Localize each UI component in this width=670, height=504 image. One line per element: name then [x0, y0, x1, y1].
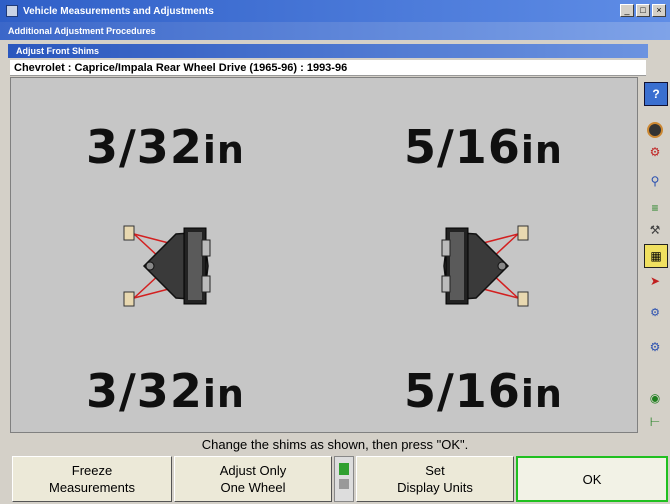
- help-icon[interactable]: ?: [644, 82, 668, 106]
- right-bottom-measurement: 5/16in: [404, 364, 563, 418]
- set-display-units-button[interactable]: Set Display Units: [356, 456, 514, 502]
- freeze-label-2: Measurements: [49, 480, 135, 495]
- shim-display-panel: 3/32in 5/16in 3/32in 5/16in: [10, 77, 638, 433]
- left-top-measurement: 3/32in: [86, 120, 245, 174]
- ok-button[interactable]: OK: [516, 456, 668, 502]
- left-bottom-measurement: 3/32in: [86, 364, 245, 418]
- vehicle-spec: Chevrolet : Caprice/Impala Rear Wheel Dr…: [10, 60, 646, 76]
- subtitle-bar: Additional Adjustment Procedures: [0, 22, 670, 40]
- left-control-arm-diagram: [123, 225, 211, 307]
- panel-title: Adjust Front Shims: [16, 46, 99, 56]
- adjust-label-1: Adjust Only: [219, 463, 287, 478]
- arrow-icon[interactable]: ➤: [644, 274, 666, 288]
- panel-title-bar: Adjust Front Shims: [8, 44, 648, 58]
- steering-icon[interactable]: ⚙: [644, 144, 666, 160]
- axle-icon[interactable]: ≡: [644, 200, 666, 216]
- freeze-label-1: Freeze: [71, 463, 113, 478]
- left-bottom-value: 3/32: [86, 364, 203, 418]
- right-control-arm-diagram: [441, 225, 529, 307]
- wheel-icon[interactable]: ◉: [644, 390, 666, 406]
- side-toolbar: ? ⚙ ⚲ ≡ ⚒ ▦ ➤ ⚙ ⚙ ◉ ⊢: [642, 78, 668, 434]
- app-icon: [6, 5, 18, 17]
- stack-indicator-icon: [334, 456, 354, 502]
- window-title: Vehicle Measurements and Adjustments: [23, 5, 214, 17]
- adjust-one-wheel-button[interactable]: Adjust Only One Wheel: [174, 456, 332, 502]
- target-icon[interactable]: [644, 122, 666, 138]
- right-bottom-unit: in: [520, 372, 563, 416]
- settings-icon[interactable]: ⚙: [644, 338, 666, 356]
- tools-icon[interactable]: ⚙: [644, 292, 666, 332]
- adjust-label-2: One Wheel: [220, 480, 286, 495]
- right-top-measurement: 5/16in: [404, 120, 563, 174]
- maximize-button[interactable]: □: [636, 4, 650, 17]
- right-top-value: 5/16: [404, 120, 521, 174]
- right-top-unit: in: [520, 128, 563, 172]
- shim-icon[interactable]: ▦: [644, 244, 668, 268]
- units-label-1: Set: [425, 463, 445, 478]
- right-bottom-value: 5/16: [404, 364, 521, 418]
- left-top-value: 3/32: [86, 120, 203, 174]
- left-bottom-unit: in: [202, 372, 245, 416]
- subtitle-text: Additional Adjustment Procedures: [8, 26, 156, 36]
- units-label-2: Display Units: [397, 480, 473, 495]
- freeze-measurements-button[interactable]: Freeze Measurements: [12, 456, 172, 502]
- minimize-button[interactable]: _: [620, 4, 634, 17]
- close-button[interactable]: ×: [652, 4, 666, 17]
- adjust-icon[interactable]: ⚒: [644, 222, 666, 238]
- ok-label: OK: [582, 471, 602, 487]
- left-top-unit: in: [202, 128, 245, 172]
- window-titlebar: Vehicle Measurements and Adjustments _ □…: [0, 0, 670, 22]
- lift-icon[interactable]: ⚲: [644, 170, 666, 192]
- bracket-icon[interactable]: ⊢: [644, 414, 666, 430]
- instruction-text: Change the shims as shown, then press "O…: [201, 437, 469, 452]
